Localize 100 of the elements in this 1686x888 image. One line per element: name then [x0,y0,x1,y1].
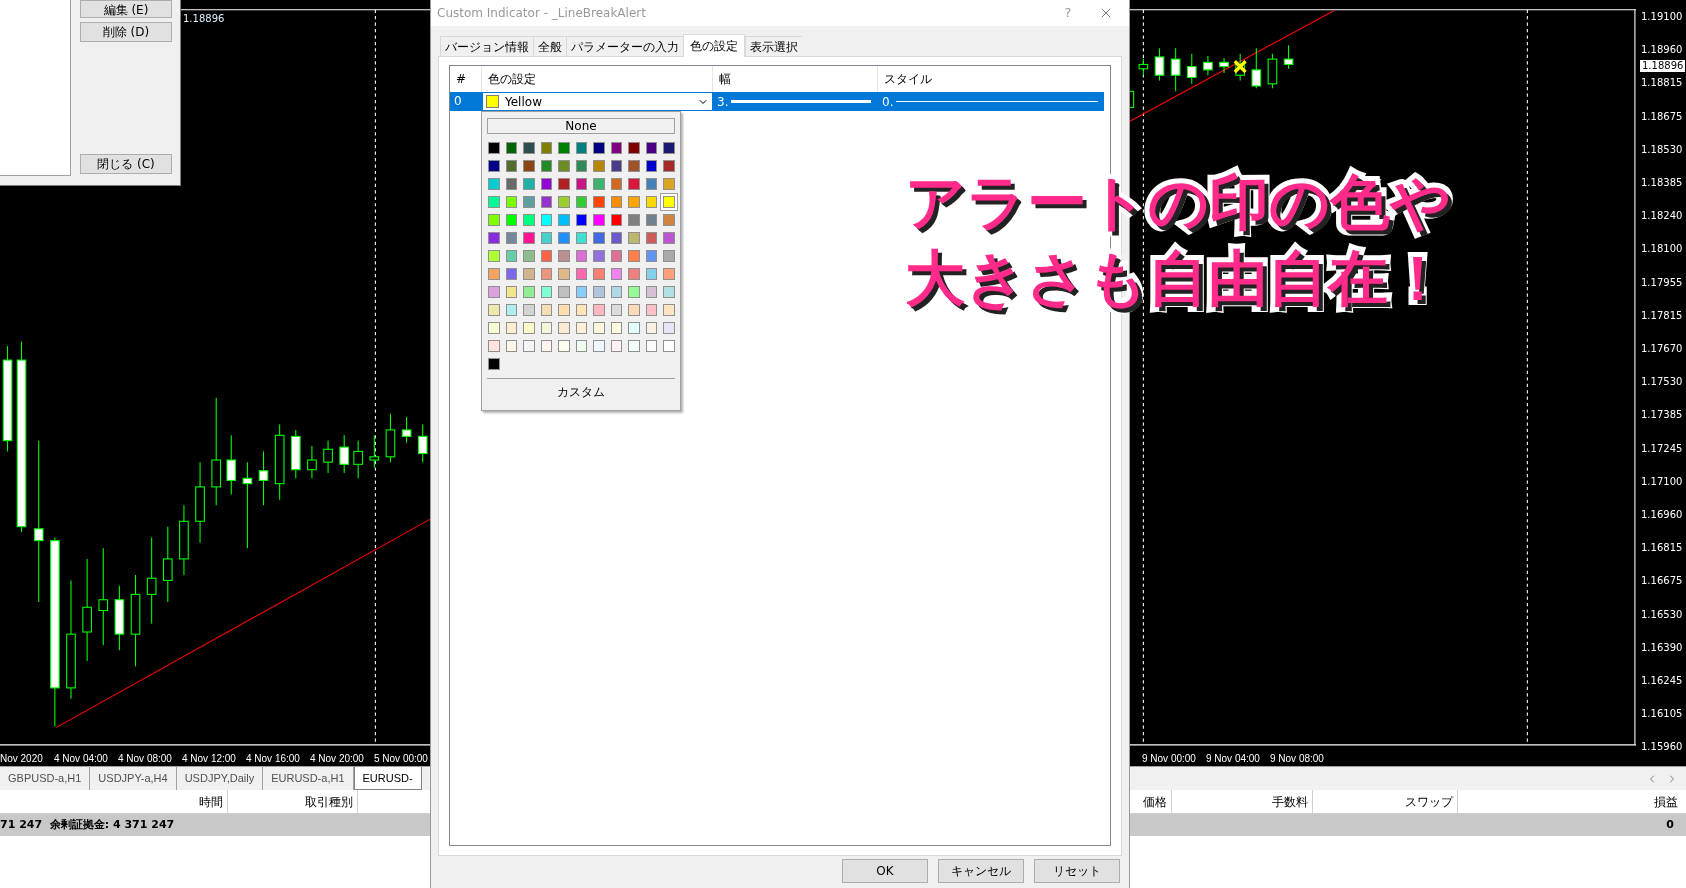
color-swatch[interactable] [540,160,553,172]
color-swatch[interactable] [610,142,623,154]
color-swatch[interactable] [663,214,675,226]
color-swatch[interactable] [593,196,605,208]
color-swatch[interactable] [628,268,640,280]
color-swatch[interactable] [488,358,500,370]
color-swatch[interactable] [628,178,640,190]
color-swatch[interactable] [645,232,658,244]
color-swatch[interactable] [628,250,640,262]
color-swatch[interactable] [523,232,535,244]
color-swatch[interactable] [593,178,605,190]
color-swatch[interactable] [488,322,500,334]
none-button[interactable]: None [487,118,675,134]
color-swatch[interactable] [505,286,518,298]
color-swatch[interactable] [575,232,588,244]
color-swatch[interactable] [488,196,500,208]
color-swatch[interactable] [488,250,500,262]
color-swatch[interactable] [558,340,570,352]
color-swatch[interactable] [523,340,535,352]
color-swatch[interactable] [628,304,640,316]
color-swatch[interactable] [628,142,640,154]
color-swatch[interactable] [558,196,570,208]
dialog-button[interactable]: OK [842,859,928,883]
color-swatch[interactable] [505,304,518,316]
color-swatch[interactable] [575,304,588,316]
color-swatch[interactable] [663,268,675,280]
color-swatch[interactable] [540,214,553,226]
color-swatch[interactable] [663,250,675,262]
color-swatch[interactable] [663,286,675,298]
color-swatch[interactable] [593,268,605,280]
color-swatch[interactable] [593,304,605,316]
color-swatch[interactable] [540,304,553,316]
color-swatch[interactable] [575,286,588,298]
color-swatch[interactable] [523,178,535,190]
color-swatch[interactable] [593,160,605,172]
color-swatch[interactable] [540,340,553,352]
color-swatch[interactable] [610,340,623,352]
color-swatch[interactable] [645,160,658,172]
color-swatch[interactable] [593,142,605,154]
dialog-tab[interactable]: 全般 [533,36,566,56]
color-swatch[interactable] [505,322,518,334]
color-combobox[interactable]: Yellow [482,92,713,111]
color-swatch[interactable] [628,214,640,226]
color-swatch[interactable] [628,232,640,244]
table-row[interactable]: 0 Yellow 3. 0. [450,92,1104,111]
color-swatch[interactable] [610,268,623,280]
color-swatch[interactable] [505,196,518,208]
color-swatch[interactable] [523,268,535,280]
color-swatch[interactable] [505,178,518,190]
color-swatch[interactable] [593,214,605,226]
color-swatch[interactable] [558,250,570,262]
custom-button[interactable]: カスタム [487,379,675,405]
color-swatch[interactable] [593,232,605,244]
color-swatch[interactable] [488,232,500,244]
color-swatch[interactable] [558,142,570,154]
color-swatch[interactable] [575,340,588,352]
color-swatch[interactable] [523,322,535,334]
color-swatch[interactable] [663,196,675,208]
color-swatch[interactable] [593,340,605,352]
color-swatch[interactable] [488,340,500,352]
color-swatch[interactable] [523,304,535,316]
color-swatch[interactable] [593,322,605,334]
color-swatch[interactable] [645,250,658,262]
color-swatch[interactable] [645,142,658,154]
color-swatch[interactable] [628,286,640,298]
color-swatch[interactable] [523,214,535,226]
color-swatch[interactable] [663,178,675,190]
close-button[interactable]: 閉じる (C) [80,154,172,174]
color-swatch[interactable] [593,250,605,262]
edit-button[interactable]: 編集 (E) [80,0,172,18]
color-swatch[interactable] [523,160,535,172]
color-swatch[interactable] [645,268,658,280]
color-swatch[interactable] [645,286,658,298]
dialog-tab[interactable]: 表示選択 [745,36,802,56]
color-swatch[interactable] [505,160,518,172]
color-swatch[interactable] [610,178,623,190]
color-swatch[interactable] [610,232,623,244]
color-swatch[interactable] [505,340,518,352]
color-swatch[interactable] [505,214,518,226]
color-swatch[interactable] [558,232,570,244]
color-swatch[interactable] [610,196,623,208]
color-swatch[interactable] [523,250,535,262]
color-swatch[interactable] [540,286,553,298]
color-swatch[interactable] [663,160,675,172]
color-swatch[interactable] [575,142,588,154]
color-swatch[interactable] [523,196,535,208]
color-swatch[interactable] [645,340,658,352]
color-swatch[interactable] [610,250,623,262]
dialog-tab[interactable]: バージョン情報 [440,36,533,56]
color-swatch[interactable] [488,286,500,298]
dialog-button[interactable]: キャンセル [938,859,1024,883]
color-swatch[interactable] [575,322,588,334]
color-swatch[interactable] [488,304,500,316]
color-swatch[interactable] [663,304,675,316]
color-swatch[interactable] [558,178,570,190]
color-swatch[interactable] [663,322,675,334]
color-swatch[interactable] [575,160,588,172]
delete-button[interactable]: 削除 (D) [80,22,172,42]
color-swatch[interactable] [540,250,553,262]
color-swatch[interactable] [645,196,658,208]
